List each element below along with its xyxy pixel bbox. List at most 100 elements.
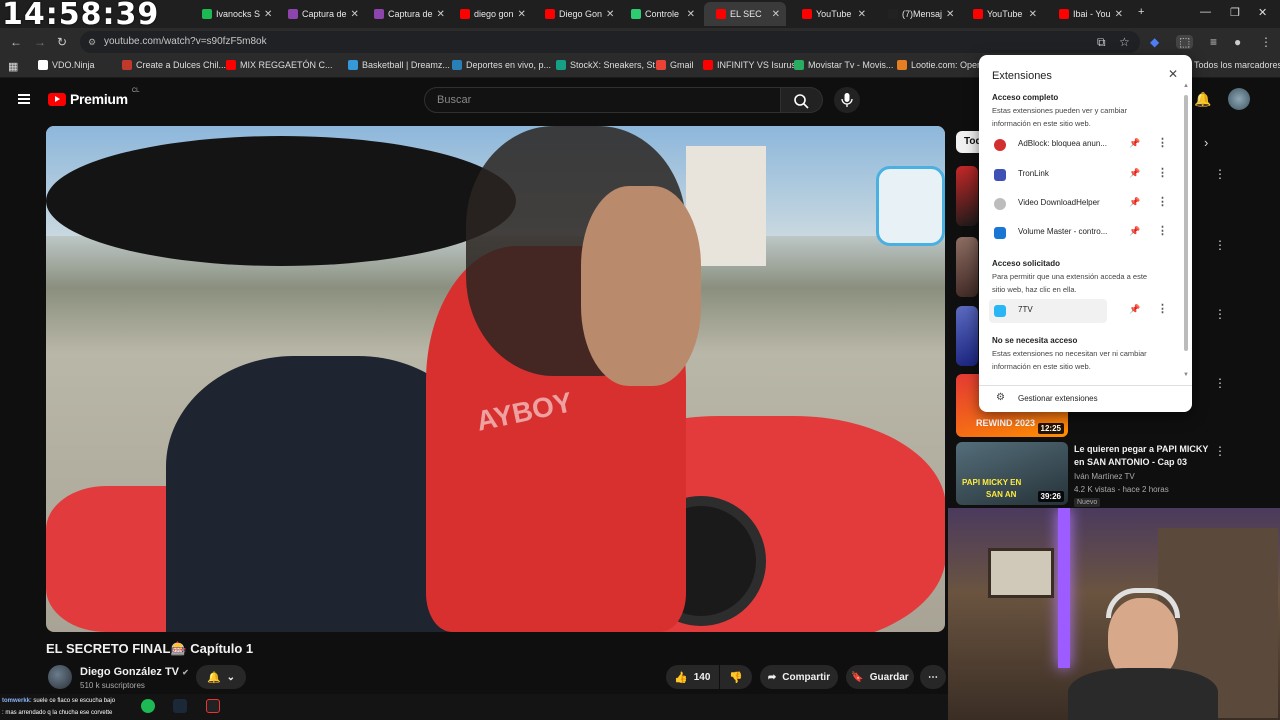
- bookmark-item[interactable]: Basketball | Dreamz...: [348, 60, 450, 70]
- tab-close-icon[interactable]: ✕: [858, 9, 866, 20]
- browser-tab[interactable]: Ibai - You ✕: [1047, 2, 1129, 26]
- chip-next-chevron-icon[interactable]: ›: [1204, 135, 1208, 150]
- obs-taskbar-icon[interactable]: [206, 699, 220, 713]
- tab-close-icon[interactable]: ✕: [1115, 9, 1123, 20]
- more-actions-button[interactable]: ⋯: [920, 665, 946, 689]
- bookmark-item[interactable]: Gmail: [656, 60, 694, 70]
- tab-close-icon[interactable]: ✕: [264, 9, 272, 20]
- close-icon[interactable]: ✕: [1168, 67, 1178, 81]
- bookmark-item[interactable]: Deportes en vivo, p...: [452, 60, 551, 70]
- save-button[interactable]: 🔖 Guardar: [846, 665, 914, 689]
- browser-tab[interactable]: (7)Mensaj ✕: [876, 2, 958, 26]
- site-info-icon[interactable]: ⚙: [88, 31, 96, 53]
- extensions-puzzle-icon[interactable]: ⬚: [1176, 35, 1194, 49]
- extension-row-7tv[interactable]: 7TV 📌 ⋮: [989, 299, 1179, 323]
- browser-tab[interactable]: Captura de ✕: [276, 2, 358, 26]
- forward-icon[interactable]: →: [34, 35, 46, 49]
- minimize-icon[interactable]: —: [1200, 6, 1211, 18]
- scroll-up-icon[interactable]: ▲: [1183, 83, 1189, 89]
- popup-scrollbar[interactable]: [1184, 95, 1188, 351]
- youtube-premium-logo[interactable]: Premium CL: [48, 88, 139, 107]
- spotify-taskbar-icon[interactable]: [141, 699, 155, 713]
- browser-tab[interactable]: Controle ✕: [619, 2, 701, 26]
- extension-menu-icon[interactable]: ⋮: [1157, 166, 1168, 179]
- extension-menu-icon[interactable]: ⋮: [1157, 195, 1168, 208]
- sidebar-thumb-1[interactable]: [956, 166, 978, 226]
- tab-close-icon[interactable]: ✕: [772, 9, 780, 20]
- profile-icon[interactable]: ●: [1234, 35, 1241, 49]
- pinned-icon[interactable]: 📌: [1129, 168, 1140, 179]
- sidebar-more-icon[interactable]: ⋮: [1214, 307, 1226, 321]
- subscribed-notifications-button[interactable]: 🔔 ⌄: [196, 665, 246, 689]
- browser-tab[interactable]: EL SEC ✕: [704, 2, 786, 26]
- tab-close-icon[interactable]: ✕: [606, 9, 614, 20]
- sidebar-thumb-papi-micky[interactable]: PAPI MICKY EN SAN AN 39:26: [956, 442, 1068, 505]
- notifications-bell-icon[interactable]: 🔔: [1194, 91, 1211, 108]
- all-bookmarks[interactable]: Todos los marcadores: [1194, 60, 1280, 70]
- browser-tab[interactable]: Captura de ✕: [362, 2, 444, 26]
- sidebar-more-icon[interactable]: ⋮: [1214, 444, 1226, 458]
- close-window-icon[interactable]: ✕: [1258, 6, 1267, 19]
- sidebar-thumb-3[interactable]: [956, 306, 978, 366]
- sidebar-channel[interactable]: Iván Martínez TV: [1074, 472, 1135, 481]
- media-control-icon[interactable]: ≡: [1210, 35, 1217, 49]
- extension-menu-icon[interactable]: ⋮: [1157, 136, 1168, 149]
- tab-close-icon[interactable]: ✕: [946, 9, 954, 20]
- browser-tab[interactable]: YouTube ✕: [790, 2, 872, 26]
- account-avatar[interactable]: [1228, 88, 1250, 110]
- video-player[interactable]: AYBOY: [46, 126, 945, 632]
- dislike-button[interactable]: 👎: [720, 665, 752, 689]
- extension-row-tronlink[interactable]: TronLink 📌 ⋮: [989, 163, 1179, 187]
- bookmark-item[interactable]: Lootie.com: Open...: [897, 60, 990, 70]
- tab-close-icon[interactable]: ✕: [437, 9, 444, 20]
- tab-close-icon[interactable]: ✕: [351, 9, 358, 20]
- extension-menu-icon[interactable]: ⋮: [1157, 302, 1168, 315]
- steam-taskbar-icon[interactable]: [173, 699, 187, 713]
- sidebar-more-icon[interactable]: ⋮: [1214, 167, 1226, 181]
- pin-icon[interactable]: 📌: [1129, 304, 1140, 315]
- back-icon[interactable]: ←: [10, 35, 22, 49]
- bookmark-item[interactable]: VDO.Ninja: [38, 60, 95, 70]
- sidebar-video-title[interactable]: Le quieren pegar a PAPI MICKY en SAN ANT…: [1074, 443, 1214, 469]
- voice-search-button[interactable]: [834, 87, 860, 113]
- share-button[interactable]: ➦ Compartir: [760, 665, 838, 689]
- channel-name[interactable]: Diego González TV ✔: [80, 666, 189, 678]
- browser-tab[interactable]: YouTube ✕: [961, 2, 1043, 26]
- extension-row-video-downloadhelper[interactable]: Video DownloadHelper 📌 ⋮: [989, 192, 1179, 216]
- channel-avatar[interactable]: [48, 665, 72, 689]
- browser-tab[interactable]: diego gon ✕: [448, 2, 530, 26]
- bookmark-item[interactable]: Create a Dulces Chil...: [122, 60, 226, 70]
- hamburger-menu-icon[interactable]: [18, 94, 30, 104]
- search-button[interactable]: [781, 87, 823, 113]
- pin-icon[interactable]: 📌: [1129, 138, 1140, 149]
- pin-icon[interactable]: 📌: [1129, 226, 1140, 237]
- extension-row-volume-master[interactable]: Volume Master - contro... 📌 ⋮: [989, 221, 1179, 245]
- like-button[interactable]: 👍 140: [666, 665, 719, 689]
- reload-icon[interactable]: ↻: [57, 35, 67, 49]
- sidebar-more-icon[interactable]: ⋮: [1214, 238, 1226, 252]
- sidebar-thumb-2[interactable]: [956, 237, 978, 297]
- manage-extensions-button[interactable]: ⚙ Gestionar extensiones: [979, 385, 1192, 411]
- menu-dots-icon[interactable]: ⋮: [1260, 35, 1272, 49]
- install-icon[interactable]: ⧉: [1097, 35, 1106, 49]
- bookmark-item[interactable]: Movistar Tv - Movis...: [794, 60, 893, 70]
- browser-tab[interactable]: Ivanocks S ✕: [190, 2, 272, 26]
- restore-icon[interactable]: ❐: [1230, 6, 1240, 19]
- tab-close-icon[interactable]: ✕: [687, 9, 695, 20]
- bookmark-item[interactable]: MIX REGGAETÓN C...: [226, 60, 333, 70]
- tab-close-icon[interactable]: ✕: [1029, 9, 1037, 20]
- address-bar[interactable]: ⚙ youtube.com/watch?v=s90fzF5m8ok: [80, 31, 1140, 53]
- extension-row-adblock[interactable]: AdBlock: bloquea anun... 📌 ⋮: [989, 133, 1179, 157]
- new-tab-button[interactable]: +: [1138, 6, 1144, 18]
- bookmark-item[interactable]: INFINITY VS Isurus: [703, 60, 796, 70]
- tronlink-toolbar-icon[interactable]: ◆: [1150, 35, 1159, 49]
- scroll-down-icon[interactable]: ▼: [1183, 372, 1189, 378]
- extension-menu-icon[interactable]: ⋮: [1157, 224, 1168, 237]
- bookmark-star-icon[interactable]: ☆: [1119, 35, 1130, 49]
- pin-icon[interactable]: 📌: [1129, 197, 1140, 208]
- apps-grid-icon[interactable]: ▦: [8, 60, 18, 73]
- sidebar-more-icon[interactable]: ⋮: [1214, 376, 1226, 390]
- browser-tab[interactable]: Diego Gon ✕: [533, 2, 615, 26]
- tab-close-icon[interactable]: ✕: [518, 9, 526, 20]
- bookmark-item[interactable]: StockX: Sneakers, St...: [556, 60, 663, 70]
